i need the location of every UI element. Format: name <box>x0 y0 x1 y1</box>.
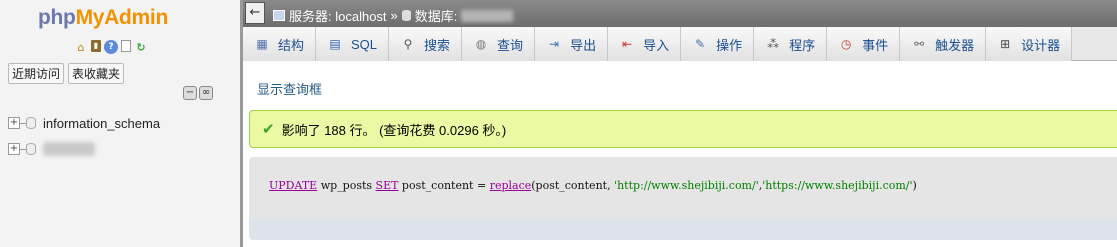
trigger-icon: ⚯ <box>914 37 925 51</box>
import-icon: ⇤ <box>622 37 633 51</box>
tab-export[interactable]: ⇥ 导出 <box>535 27 609 61</box>
check-icon: ✔ <box>262 120 275 138</box>
clock-icon: ◷ <box>840 37 852 51</box>
home-icon[interactable]: ⌂ <box>74 40 88 54</box>
sql-keyword-set[interactable]: SET <box>376 179 399 192</box>
sql-icon: ▤ <box>329 37 341 51</box>
sql-string-new-url: 'https://www.shejibiji.com/' <box>762 179 913 192</box>
tab-query[interactable]: ◍ 查询 <box>462 27 536 61</box>
phpmyadmin-app: phpMyAdmin ⌂ ▮ ? ↻ 近期访问 表收藏夹 − ∞ + infor… <box>0 0 1117 247</box>
nav-tabs: 近期访问 表收藏夹 <box>8 63 125 84</box>
breadcrumb-separator: » <box>390 8 398 23</box>
tab-label: 导入 <box>643 37 670 53</box>
tab-label: SQL <box>351 36 378 52</box>
obscured-database-name[interactable] <box>461 9 514 22</box>
structure-icon: ▦ <box>256 37 268 51</box>
tab-sql[interactable]: ▤ SQL <box>316 27 390 61</box>
sql-string-old-url: 'http://www.shejibiji.com/' <box>614 179 759 192</box>
expand-icon[interactable]: + <box>8 117 20 129</box>
favorite-tables-button[interactable]: 表收藏夹 <box>68 63 125 84</box>
tab-operations[interactable]: ✎ 操作 <box>681 27 755 61</box>
tab-label: 触发器 <box>935 37 975 53</box>
sql-query-text[interactable]: UPDATE wp_posts SET post_content = repla… <box>269 179 917 192</box>
sql-table: wp_posts <box>317 179 376 192</box>
phpmyadmin-logo[interactable]: phpMyAdmin <box>38 6 168 30</box>
tab-structure[interactable]: ▦ 结构 <box>243 27 317 61</box>
tab-label: 设计器 <box>1021 37 1061 53</box>
sql-query-box: UPDATE wp_posts SET post_content = repla… <box>249 157 1117 240</box>
database-icon <box>26 117 36 129</box>
tab-label: 操作 <box>716 37 743 53</box>
nav-icon-bar: ⌂ ▮ ? ↻ <box>74 40 148 54</box>
main-tabs: ▦ 结构 ▤ SQL ⚲ 搜索 ◍ 查询 ⇥ 导出 ⇤ 导入 ✎ 操作 ⁂ 程序 ◷ 事件 ⚯ 触发… <box>243 27 1117 61</box>
tab-designer[interactable]: ⊞ 设计器 <box>986 27 1073 61</box>
logo-php-text: php <box>38 6 76 29</box>
collapse-all-icon[interactable]: − <box>183 86 197 100</box>
database-name[interactable]: information_schema <box>43 116 160 131</box>
export-icon: ⇥ <box>549 37 560 51</box>
tab-label: 结构 <box>278 37 305 53</box>
designer-icon: ⊞ <box>1000 37 1011 51</box>
logo-myadmin-text: MyAdmin <box>75 6 169 29</box>
tab-label: 事件 <box>862 37 889 53</box>
obscured-database-name[interactable] <box>43 142 95 156</box>
tab-routines[interactable]: ⁂ 程序 <box>754 27 828 61</box>
server-icon <box>273 10 285 21</box>
breadcrumb-server[interactable]: 服务器: localhost <box>289 6 387 25</box>
sql-assign: post_content = <box>398 179 490 192</box>
breadcrumb-database[interactable]: 数据库: <box>415 6 458 25</box>
back-button[interactable]: ← <box>245 2 265 24</box>
expand-icon[interactable]: + <box>8 143 20 155</box>
tab-label: 搜索 <box>424 37 451 53</box>
main-panel: ← 服务器: localhost » 数据库: ▦ 结构 ▤ SQL ⚲ 搜索 ◍ 查询… <box>243 0 1117 247</box>
docs-icon[interactable] <box>121 40 131 52</box>
sql-args-open: (post_content, <box>531 179 615 192</box>
navigation-panel: phpMyAdmin ⌂ ▮ ? ↻ 近期访问 表收藏夹 − ∞ + infor… <box>0 0 240 247</box>
link-with-main-icon[interactable]: ∞ <box>199 86 213 100</box>
tab-search[interactable]: ⚲ 搜索 <box>389 27 463 61</box>
tab-label: 导出 <box>570 37 597 53</box>
database-tree: + information_schema + <box>8 110 160 162</box>
refresh-icon[interactable]: ↻ <box>134 40 148 54</box>
routines-icon: ⁂ <box>767 37 780 51</box>
tab-import[interactable]: ⇤ 导入 <box>608 27 682 61</box>
tree-item-information-schema[interactable]: + information_schema <box>8 110 160 136</box>
success-message: ✔ 影响了 188 行。 (查询花费 0.0296 秒。) <box>249 110 1117 148</box>
sql-query-footer <box>249 219 1117 240</box>
sql-keyword-update[interactable]: UPDATE <box>269 179 317 192</box>
breadcrumb-bar: ← 服务器: localhost » 数据库: <box>243 0 1117 27</box>
breadcrumb: 服务器: localhost » 数据库: <box>273 6 514 25</box>
search-icon: ⚲ <box>403 37 413 51</box>
query-icon: ◍ <box>475 37 487 51</box>
tab-label: 查询 <box>497 37 524 53</box>
tab-triggers[interactable]: ⚯ 触发器 <box>900 27 987 61</box>
tab-label: 程序 <box>789 37 816 53</box>
tab-events[interactable]: ◷ 事件 <box>827 27 901 61</box>
database-icon <box>26 143 36 155</box>
show-query-box-link[interactable]: 显示查询框 <box>257 79 322 98</box>
recent-tables-button[interactable]: 近期访问 <box>8 63 65 84</box>
sql-args-close: ) <box>912 179 917 192</box>
tree-controls: − ∞ <box>183 86 213 100</box>
wrench-icon: ✎ <box>695 37 706 51</box>
exit-icon[interactable]: ▮ <box>91 40 101 52</box>
help-icon[interactable]: ? <box>104 40 118 54</box>
success-text: 影响了 188 行。 (查询花费 0.0296 秒。) <box>281 122 507 138</box>
sql-function-replace[interactable]: replace <box>490 179 532 192</box>
tree-item-obscured-database[interactable]: + <box>8 136 160 162</box>
database-icon <box>401 10 411 21</box>
